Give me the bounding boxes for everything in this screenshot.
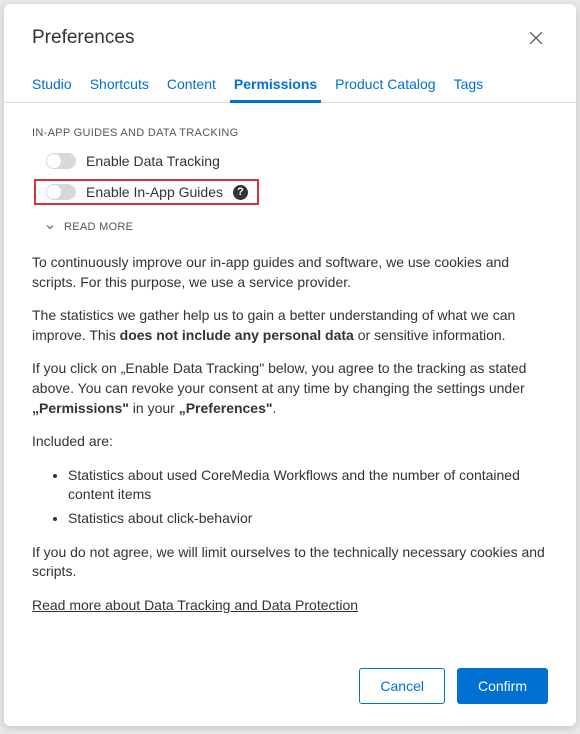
dialog-footer: Cancel Confirm: [4, 652, 576, 726]
body-p3b: „Permissions": [32, 400, 129, 416]
tab-product-catalog[interactable]: Product Catalog: [335, 68, 435, 102]
body-list: Statistics about used CoreMedia Workflow…: [32, 466, 548, 529]
body-p3c: in your: [129, 400, 179, 416]
toggle-data-tracking[interactable]: [46, 153, 76, 169]
body-p4: Included are:: [32, 432, 548, 452]
body-p2b: does not include any personal data: [120, 327, 354, 343]
close-button[interactable]: [524, 26, 548, 50]
toggle-label-in-app-guides: Enable In-App Guides: [86, 184, 223, 200]
preferences-dialog: Preferences Studio Shortcuts Content Per…: [4, 4, 576, 726]
body-p2c: or sensitive information.: [354, 327, 506, 343]
toggle-in-app-guides[interactable]: [46, 184, 76, 200]
cancel-button[interactable]: Cancel: [359, 668, 445, 704]
body-p3e: .: [273, 400, 277, 416]
read-more-link[interactable]: Read more about Data Tracking and Data P…: [32, 597, 358, 613]
confirm-button[interactable]: Confirm: [457, 668, 548, 704]
read-more-toggle[interactable]: READ MORE: [44, 221, 548, 233]
content-area: IN-APP GUIDES AND DATA TRACKING Enable D…: [4, 103, 576, 652]
dialog-title: Preferences: [32, 27, 134, 49]
tabs: Studio Shortcuts Content Permissions Pro…: [4, 68, 576, 103]
body-link-wrapper: Read more about Data Tracking and Data P…: [32, 596, 548, 616]
tab-tags[interactable]: Tags: [454, 68, 484, 102]
list-item: Statistics about click-behavior: [68, 509, 548, 529]
body-p2: The statistics we gather help us to gain…: [32, 306, 548, 345]
body-p3a: If you click on „Enable Data Tracking" b…: [32, 360, 526, 396]
chevron-down-icon: [44, 221, 56, 233]
dialog-header: Preferences: [4, 4, 576, 68]
body-p3d: „Preferences": [179, 400, 273, 416]
toggle-row-data-tracking: Enable Data Tracking: [46, 151, 548, 171]
body-p3: If you click on „Enable Data Tracking" b…: [32, 359, 548, 418]
section-title: IN-APP GUIDES AND DATA TRACKING: [32, 127, 548, 139]
close-icon: [526, 28, 546, 48]
read-more-label: READ MORE: [64, 221, 133, 233]
tab-studio[interactable]: Studio: [32, 68, 72, 102]
help-icon[interactable]: ?: [233, 185, 248, 200]
body-p5: If you do not agree, we will limit ourse…: [32, 543, 548, 582]
toggle-label-data-tracking: Enable Data Tracking: [86, 153, 220, 169]
tab-content[interactable]: Content: [167, 68, 216, 102]
body-p1: To continuously improve our in-app guide…: [32, 253, 548, 292]
tab-shortcuts[interactable]: Shortcuts: [90, 68, 149, 102]
toggle-row-in-app-guides: Enable In-App Guides ?: [34, 179, 259, 205]
list-item: Statistics about used CoreMedia Workflow…: [68, 466, 548, 505]
tab-permissions[interactable]: Permissions: [234, 68, 317, 102]
